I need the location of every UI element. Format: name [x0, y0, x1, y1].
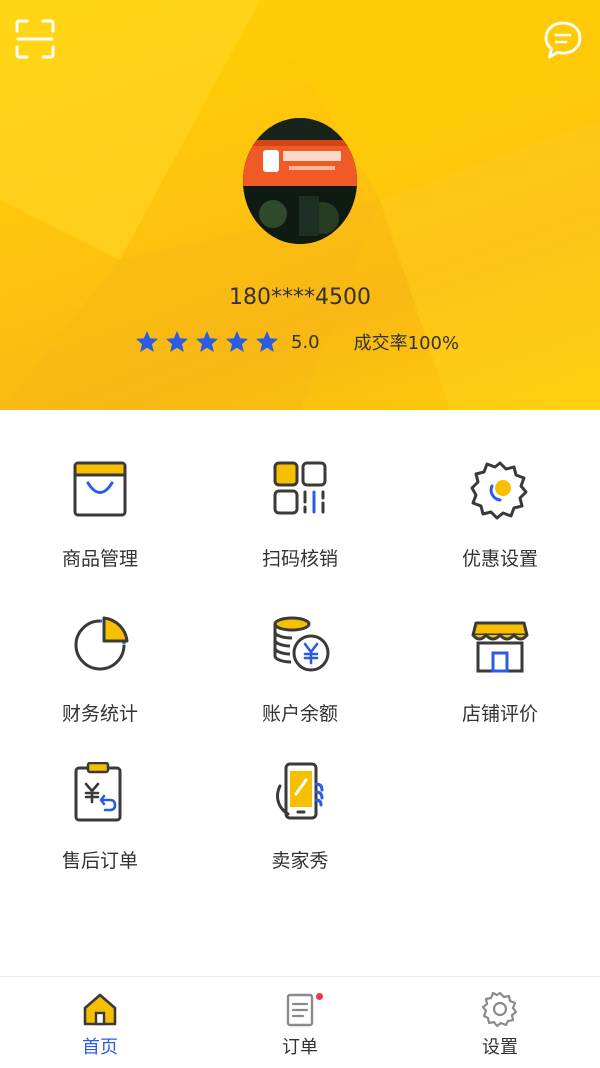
- qr-scan-icon: [273, 461, 327, 515]
- menu-label: 账户余额: [261, 703, 338, 725]
- menu-product-management[interactable]: 商品管理: [0, 460, 200, 600]
- tab-settings[interactable]: 设置: [400, 977, 600, 1068]
- home-icon: [83, 993, 117, 1026]
- storefront-icon: [471, 621, 529, 673]
- tab-label: 首页: [82, 1037, 118, 1058]
- menu-discount-settings[interactable]: 优惠设置: [400, 460, 600, 600]
- bottom-nav: 首页 订单 设置: [0, 976, 600, 1068]
- pie-chart-icon: [74, 616, 129, 671]
- menu-label: 售后订单: [61, 850, 138, 872]
- tab-label: 订单: [282, 1037, 318, 1058]
- rating-score: 5.0: [291, 331, 320, 353]
- discount-gear-icon: [470, 461, 528, 520]
- tab-label: 设置: [482, 1037, 518, 1058]
- settings-gear-icon: [482, 991, 518, 1027]
- menu-label: 卖家秀: [271, 850, 329, 872]
- menu-label: 店铺评价: [461, 703, 538, 725]
- tab-home[interactable]: 首页: [0, 977, 200, 1068]
- star-icon: [226, 331, 248, 352]
- tab-orders[interactable]: 订单: [200, 977, 400, 1068]
- star-icon: [196, 331, 218, 352]
- menu-account-balance[interactable]: 账户余额: [200, 615, 400, 755]
- notification-badge: [316, 993, 323, 1000]
- menu-seller-show[interactable]: 卖家秀: [200, 762, 400, 902]
- star-icon: [256, 331, 278, 352]
- scan-icon[interactable]: [14, 18, 56, 60]
- order-list-icon: [286, 993, 314, 1027]
- message-icon[interactable]: [543, 20, 583, 60]
- phone-hand-icon: [276, 762, 324, 820]
- menu-label: 优惠设置: [461, 548, 538, 570]
- refund-clipboard-icon: [74, 762, 122, 822]
- menu-label: 财务统计: [61, 703, 138, 725]
- avatar[interactable]: [243, 118, 357, 244]
- star-rating: [135, 330, 285, 354]
- menu-label: 扫码核销: [261, 548, 338, 570]
- star-icon: [136, 331, 158, 352]
- coins-yen-icon: [273, 616, 330, 672]
- phone-number: 180****4500: [229, 285, 371, 310]
- menu-after-sales-orders[interactable]: 售后订单: [0, 762, 200, 902]
- profile-header: 180****4500 5.0 成交率100%: [0, 0, 600, 410]
- menu-finance-stats[interactable]: 财务统计: [0, 615, 200, 755]
- menu-label: 商品管理: [61, 548, 138, 570]
- rating-row: 5.0 成交率100%: [135, 326, 459, 358]
- menu-scan-verify[interactable]: 扫码核销: [200, 460, 400, 600]
- menu-store-reviews[interactable]: 店铺评价: [400, 615, 600, 755]
- deal-rate: 成交率100%: [353, 333, 460, 354]
- star-icon: [166, 331, 188, 352]
- shopping-bag-icon: [73, 461, 127, 517]
